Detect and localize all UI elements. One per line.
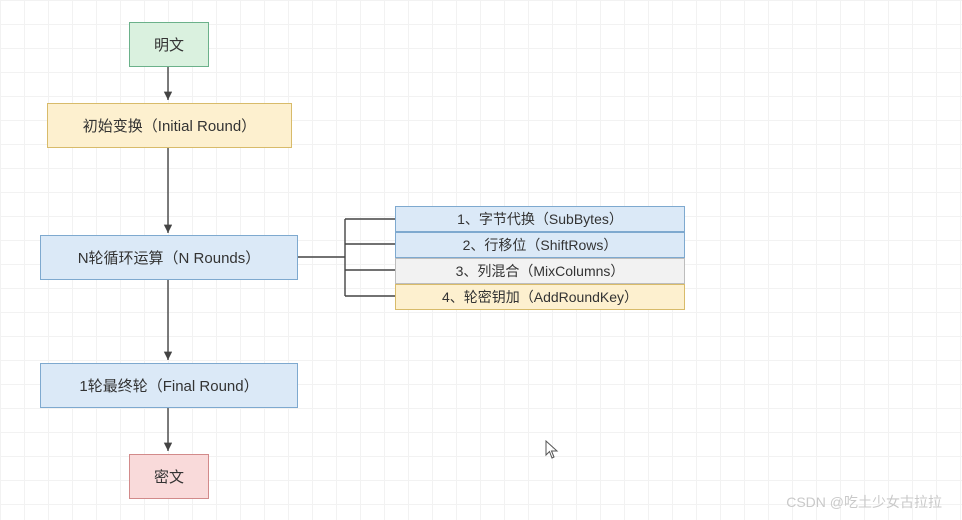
step-mixcolumns: 3、列混合（MixColumns） (395, 258, 685, 284)
node-initial-round: 初始变换（Initial Round） (47, 103, 292, 148)
node-n-rounds-label: N轮循环运算（N Rounds） (78, 247, 261, 268)
watermark-text: CSDN @吃土少女古拉拉 (786, 492, 942, 512)
node-initial-round-label: 初始变换（Initial Round） (83, 115, 256, 136)
cursor-icon (545, 440, 559, 460)
step-mixcolumns-label: 3、列混合（MixColumns） (456, 259, 625, 283)
node-ciphertext: 密文 (129, 454, 209, 499)
step-addroundkey-label: 4、轮密钥加（AddRoundKey） (442, 285, 638, 309)
node-ciphertext-label: 密文 (154, 466, 184, 487)
node-final-round-label: 1轮最终轮（Final Round） (79, 375, 258, 396)
step-shiftrows: 2、行移位（ShiftRows） (395, 232, 685, 258)
step-subbytes: 1、字节代换（SubBytes） (395, 206, 685, 232)
node-plaintext: 明文 (129, 22, 209, 67)
node-n-rounds: N轮循环运算（N Rounds） (40, 235, 298, 280)
step-shiftrows-label: 2、行移位（ShiftRows） (463, 233, 618, 257)
node-final-round: 1轮最终轮（Final Round） (40, 363, 298, 408)
step-addroundkey: 4、轮密钥加（AddRoundKey） (395, 284, 685, 310)
node-plaintext-label: 明文 (154, 34, 184, 55)
step-subbytes-label: 1、字节代换（SubBytes） (457, 207, 623, 231)
